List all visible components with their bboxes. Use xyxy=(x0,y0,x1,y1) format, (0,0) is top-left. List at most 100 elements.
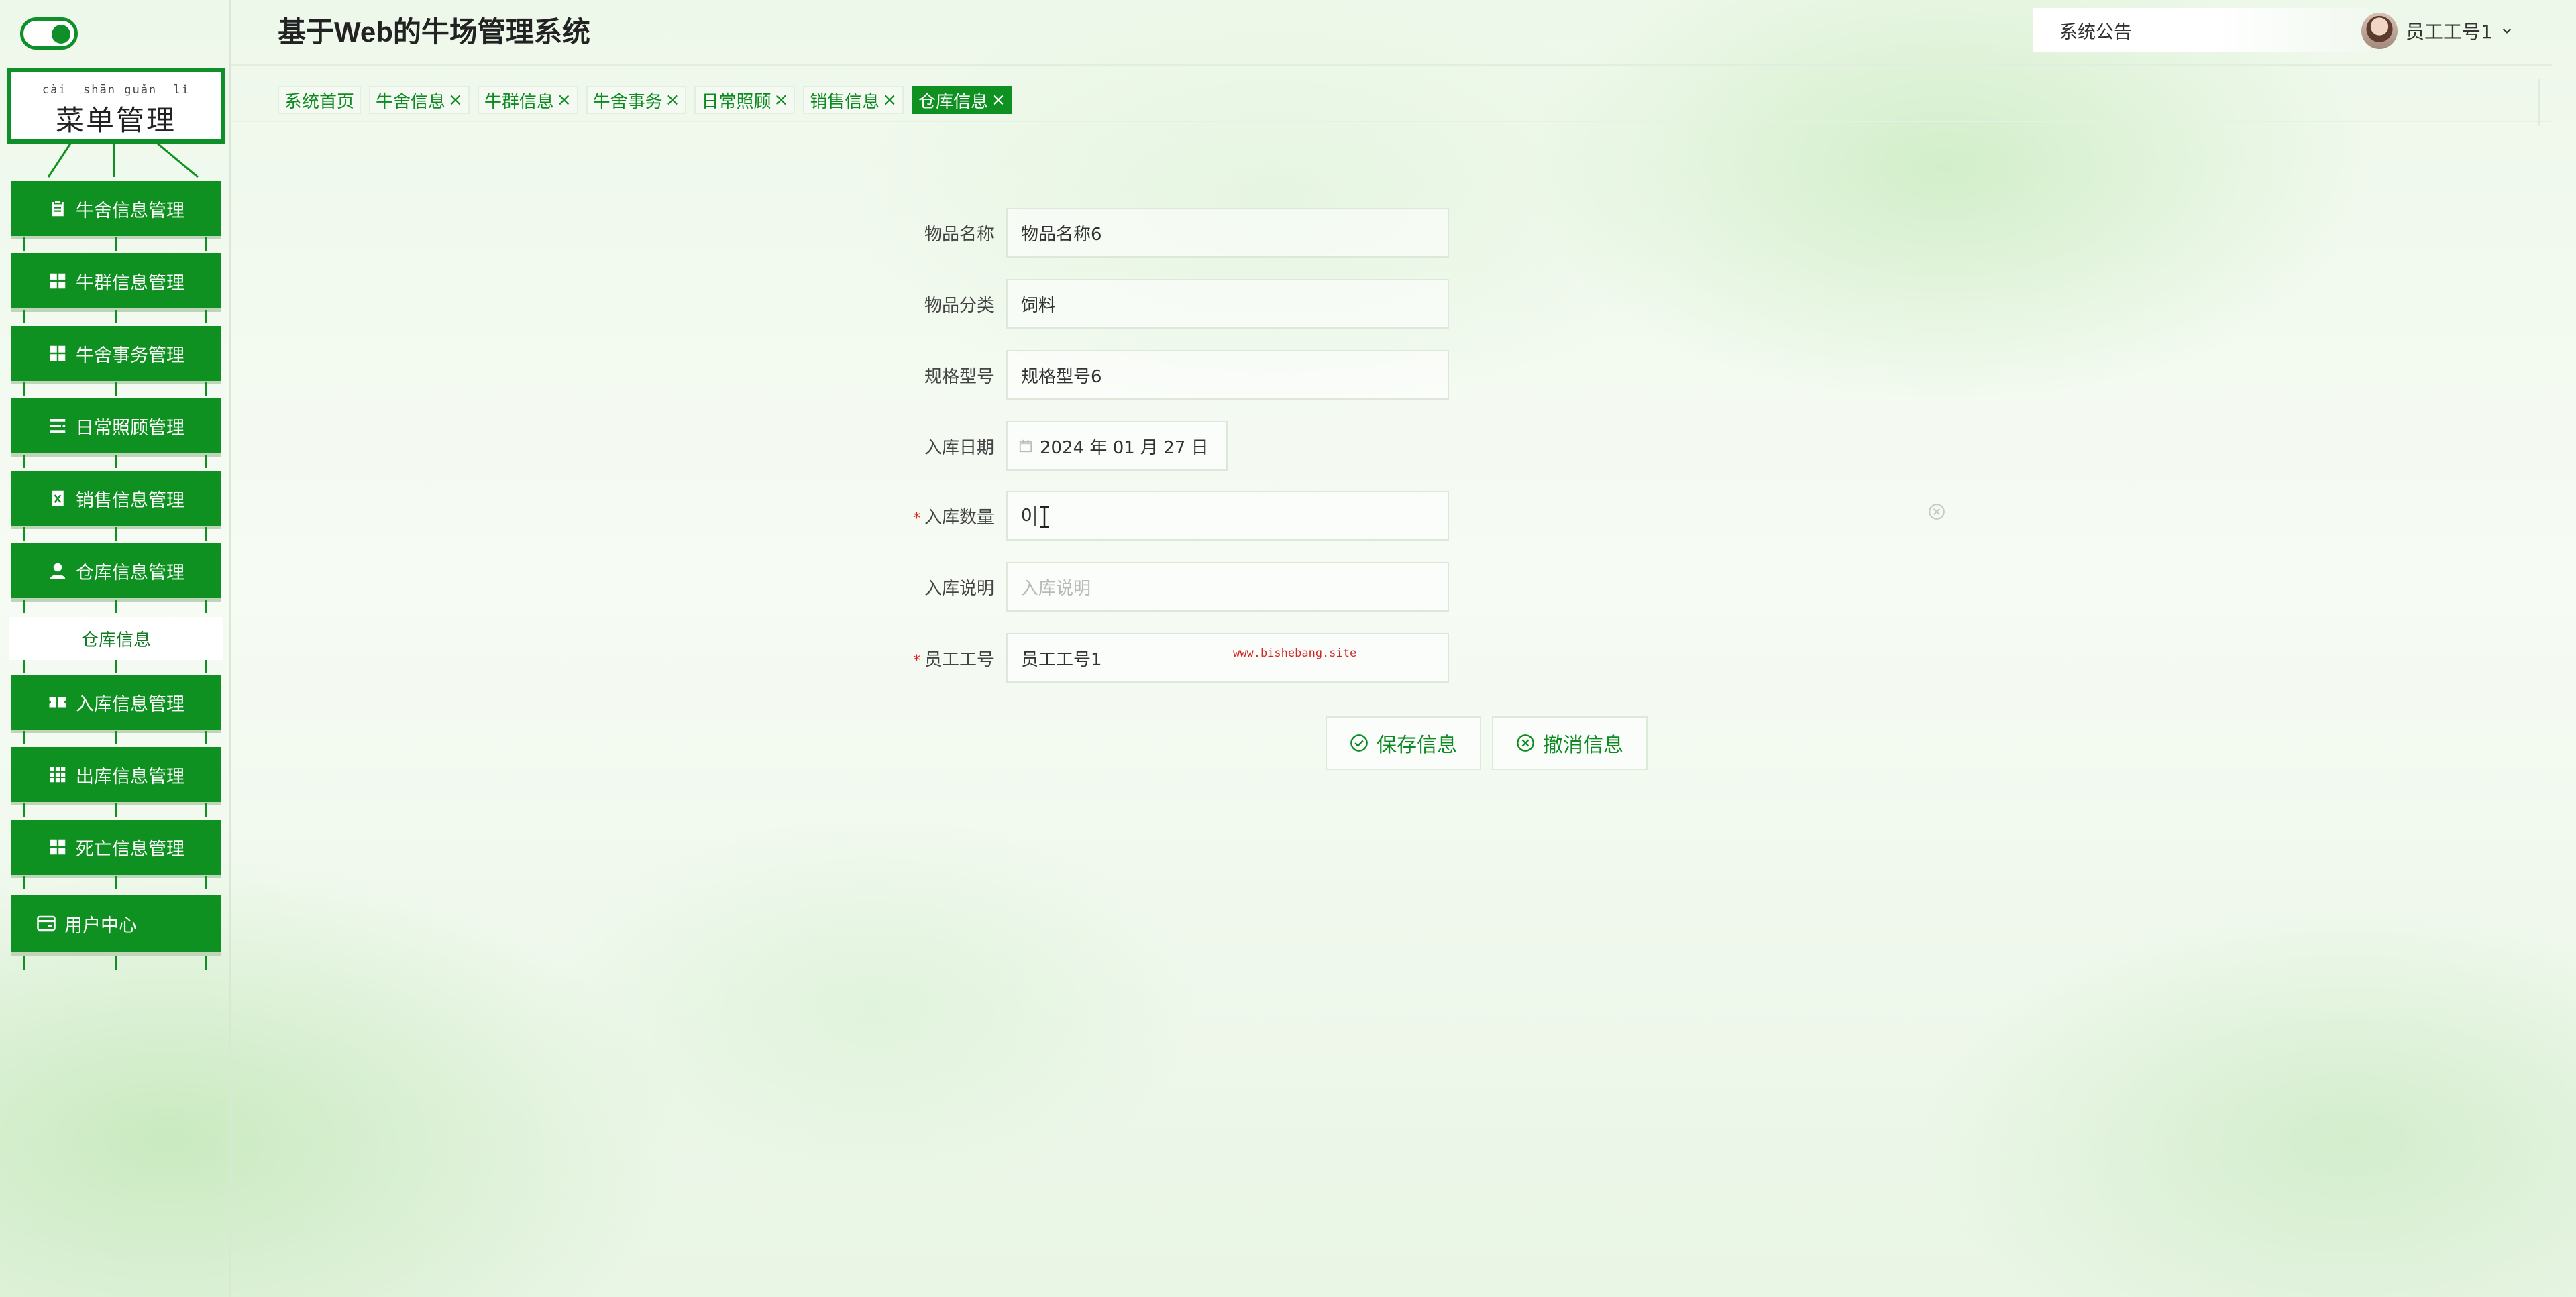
clipboard-icon xyxy=(48,199,68,219)
description-input[interactable]: 入库说明 xyxy=(1006,562,1449,612)
tabs-divider xyxy=(231,121,2552,122)
form-row-spec: 规格型号 规格型号6 xyxy=(872,350,1449,400)
tabs-end-divider xyxy=(2538,79,2540,126)
sidebar-item-label: 牛舍事务管理 xyxy=(76,345,184,366)
form-row-item-name: 物品名称 物品名称6 xyxy=(872,208,1449,258)
quantity-input[interactable]: 0 xyxy=(1006,491,1449,541)
menu-hooks xyxy=(11,803,221,818)
sidebar-item-label: 日常照顾管理 xyxy=(76,417,184,439)
page-title: 基于Web的牛场管理系统 xyxy=(278,16,590,48)
header-divider xyxy=(231,64,2552,66)
grid-icon xyxy=(48,837,68,857)
form-row-quantity: * 入库数量 0 xyxy=(872,491,1449,541)
field-label: * 入库数量 xyxy=(912,507,994,528)
cancel-button-label: 撤消信息 xyxy=(1543,734,1623,757)
field-label: 物品名称 xyxy=(924,224,994,245)
menu-hooks xyxy=(11,600,221,614)
system-notice-label: 系统公告 xyxy=(2059,21,2132,43)
sidebar-item-label: 用户中心 xyxy=(64,915,137,936)
close-icon[interactable]: × xyxy=(991,91,1006,109)
sidebar-item-label: 仓库信息管理 xyxy=(76,562,184,583)
chevron-down-icon xyxy=(2502,28,2511,34)
tabs-bar: 系统首页 牛舍信息 × 牛群信息 × 牛舍事务 × 日常照顾 × 销售信息 × 仓库信息 × xyxy=(278,86,1012,114)
ticket-icon xyxy=(48,692,68,712)
field-label: * 员工工号 xyxy=(912,649,994,670)
menu-title-pinyin: cài shān guǎn lǐ xyxy=(42,83,191,97)
cancel-button[interactable]: 撤消信息 xyxy=(1492,716,1648,770)
menu-hooks xyxy=(11,382,221,397)
sidebar-item-label: 出库信息管理 xyxy=(76,766,184,787)
toggle-knob xyxy=(52,25,70,44)
calendar-icon xyxy=(1019,439,1032,453)
sidebar-toggle-switch[interactable] xyxy=(20,17,78,50)
tab-warehouse-info[interactable]: 仓库信息 × xyxy=(912,86,1012,114)
field-label: 物品分类 xyxy=(924,295,994,316)
user-name: 员工工号1 xyxy=(2406,21,2493,43)
item-name-input[interactable]: 物品名称6 xyxy=(1006,208,1449,258)
sidebar-item-warehouse[interactable]: 仓库信息管理 xyxy=(11,543,221,598)
menu-hooks xyxy=(11,310,221,325)
close-icon[interactable]: × xyxy=(665,91,680,109)
text-cursor-icon xyxy=(1040,506,1049,528)
close-icon[interactable]: × xyxy=(773,91,788,109)
sidebar-item-sales[interactable]: 销售信息管理 xyxy=(11,471,221,526)
field-label: 规格型号 xyxy=(924,366,994,387)
document-x-icon xyxy=(48,488,68,508)
tab-label: 牛舍信息 xyxy=(376,91,446,112)
tab-daily-care[interactable]: 日常照顾 × xyxy=(694,86,796,114)
sidebar-item-cowshed[interactable]: 牛舍信息管理 xyxy=(11,181,221,236)
field-label: 入库日期 xyxy=(924,437,994,458)
list-icon xyxy=(48,416,68,436)
sidebar-item-stock-out[interactable]: 出库信息管理 xyxy=(11,747,221,802)
clear-circle-icon[interactable] xyxy=(1928,503,1945,520)
tab-home[interactable]: 系统首页 xyxy=(278,86,362,114)
user-menu[interactable]: 员工工号1 xyxy=(2361,11,2513,51)
sidebar-item-stock-in[interactable]: 入库信息管理 xyxy=(11,675,221,730)
close-icon[interactable]: × xyxy=(882,91,897,109)
menu-hooks xyxy=(11,956,221,971)
close-icon[interactable]: × xyxy=(557,91,572,109)
sidebar-item-cowshed-affairs[interactable]: 牛舍事务管理 xyxy=(11,326,221,381)
menu-hooks xyxy=(11,527,221,542)
close-circle-icon xyxy=(1517,734,1534,752)
in-date-value: 2024 年 01 月 27 日 xyxy=(1040,437,1209,458)
category-input[interactable]: 饲料 xyxy=(1006,279,1449,329)
person-icon xyxy=(48,561,68,581)
close-icon[interactable]: × xyxy=(448,91,463,109)
apps-icon xyxy=(48,765,68,785)
menu-hooks xyxy=(11,237,221,252)
required-mark: * xyxy=(912,652,920,669)
sidebar-item-label: 牛舍信息管理 xyxy=(76,200,184,221)
card-icon xyxy=(36,913,56,934)
sidebar-item-death[interactable]: 死亡信息管理 xyxy=(11,820,221,875)
text-caret xyxy=(1033,506,1036,526)
sidebar-item-user-center[interactable]: 用户中心 xyxy=(11,895,221,952)
sidebar-item-herd[interactable]: 牛群信息管理 xyxy=(11,253,221,308)
save-button-label: 保存信息 xyxy=(1377,734,1457,757)
sidebar-item-daily-care[interactable]: 日常照顾管理 xyxy=(11,398,221,453)
tab-cowshed-info[interactable]: 牛舍信息 × xyxy=(369,86,470,114)
save-button[interactable]: 保存信息 xyxy=(1326,716,1481,770)
tab-label: 仓库信息 xyxy=(918,91,989,112)
tab-herd-info[interactable]: 牛群信息 × xyxy=(477,86,578,114)
menu-hooks xyxy=(11,660,221,675)
sidebar-item-label: 入库信息管理 xyxy=(76,693,184,715)
required-mark: * xyxy=(912,510,920,527)
tab-label: 牛舍事务 xyxy=(592,91,663,112)
notice-fade xyxy=(2214,8,2368,52)
menu-hanging-lines xyxy=(47,144,199,178)
tab-cowshed-affairs[interactable]: 牛舍事务 × xyxy=(586,86,687,114)
sidebar-subitem-warehouse-info[interactable]: 仓库信息 xyxy=(9,617,223,660)
grid-icon xyxy=(48,343,68,363)
employee-no-input[interactable]: 员工工号1 xyxy=(1006,633,1449,683)
sidebar-item-label: 牛群信息管理 xyxy=(76,272,184,294)
watermark-text: www.bishebang.site xyxy=(1233,646,1357,660)
tab-label: 日常照顾 xyxy=(701,91,771,112)
avatar xyxy=(2361,13,2398,49)
sidebar: cài shān guǎn lǐ 菜单管理 牛舍信息管理 牛群信息管理 牛舍事务… xyxy=(0,0,231,1297)
menu-title: 菜单管理 xyxy=(55,104,176,137)
spec-input[interactable]: 规格型号6 xyxy=(1006,350,1449,400)
in-date-picker[interactable]: 2024 年 01 月 27 日 xyxy=(1006,421,1228,471)
tab-label: 牛群信息 xyxy=(484,91,554,112)
tab-sales-info[interactable]: 销售信息 × xyxy=(803,86,904,114)
